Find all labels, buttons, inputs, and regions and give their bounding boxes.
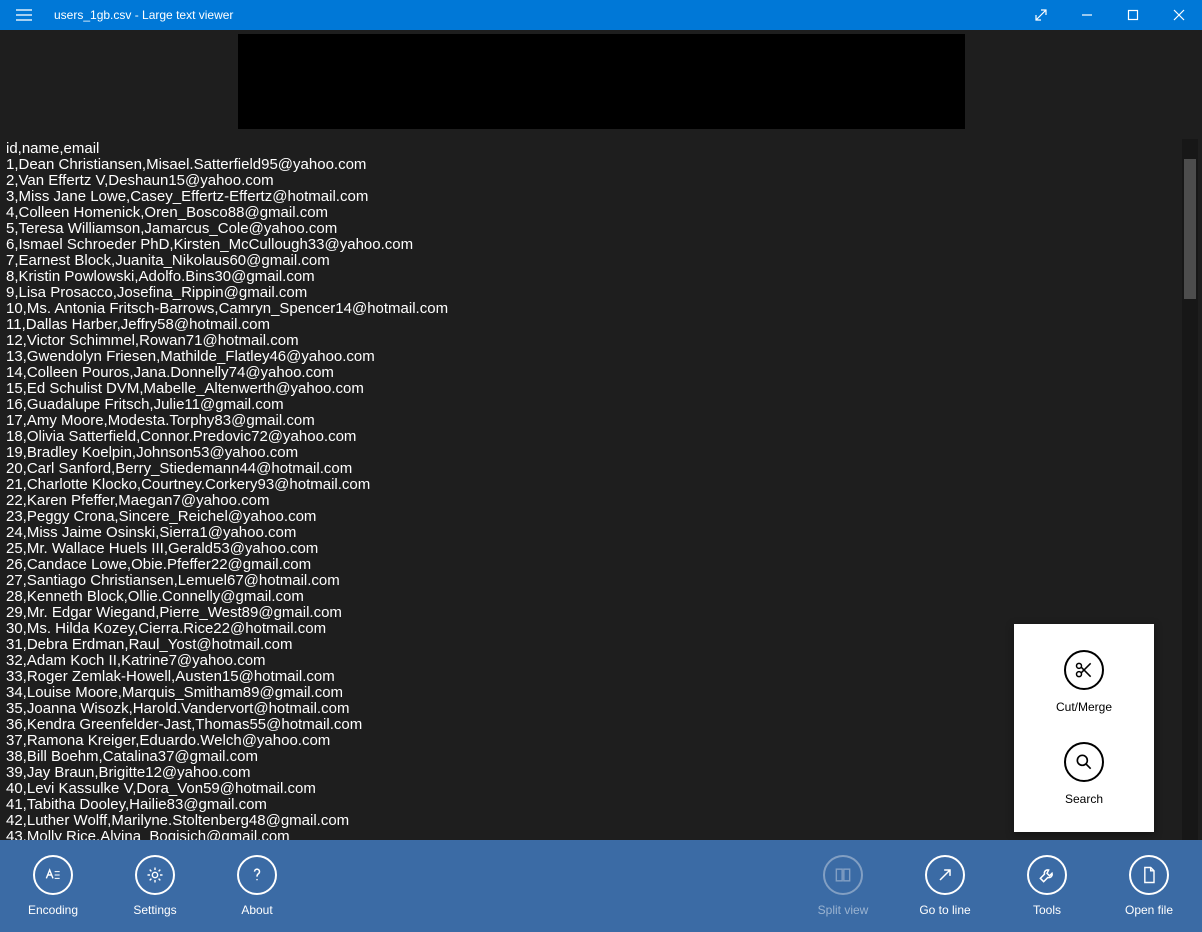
- text-line: 20,Carl Sanford,Berry_Stiedemann44@hotma…: [6, 461, 1180, 477]
- text-view[interactable]: id,name,email1,Dean Christiansen,Misael.…: [4, 139, 1182, 840]
- text-line: 18,Olivia Satterfield,Connor.Predovic72@…: [6, 429, 1180, 445]
- text-line: 4,Colleen Homenick,Oren_Bosco88@gmail.co…: [6, 205, 1180, 221]
- text-line: 7,Earnest Block,Juanita_Nikolaus60@gmail…: [6, 253, 1180, 269]
- split-view-button: Split view: [804, 855, 882, 917]
- text-line: 32,Adam Koch II,Katrine7@yahoo.com: [6, 653, 1180, 669]
- titlebar: users_1gb.csv - Large text viewer: [0, 0, 1202, 30]
- text-line: 33,Roger Zemlak-Howell,Austen15@hotmail.…: [6, 669, 1180, 685]
- text-line: 27,Santiago Christiansen,Lemuel67@hotmai…: [6, 573, 1180, 589]
- text-line: 10,Ms. Antonia Fritsch-Barrows,Camryn_Sp…: [6, 301, 1180, 317]
- restore-diagonal-button[interactable]: [1018, 0, 1064, 30]
- text-line: 34,Louise Moore,Marquis_Smitham89@gmail.…: [6, 685, 1180, 701]
- tools-button[interactable]: Tools: [1008, 855, 1086, 917]
- hamburger-icon: [16, 9, 32, 21]
- tools-popup: Cut/Merge Search: [1014, 624, 1154, 832]
- text-line: 3,Miss Jane Lowe,Casey_Effertz-Effertz@h…: [6, 189, 1180, 205]
- text-line: 36,Kendra Greenfelder-Jast,Thomas55@hotm…: [6, 717, 1180, 733]
- text-line: 43,Molly Rice,Alvina_Bogisich@gmail.com: [6, 829, 1180, 840]
- wrench-icon: [1027, 855, 1067, 895]
- encoding-button[interactable]: Encoding: [14, 855, 92, 917]
- text-line: 25,Mr. Wallace Huels III,Gerald53@yahoo.…: [6, 541, 1180, 557]
- ad-placeholder: [238, 34, 965, 129]
- maximize-button[interactable]: [1110, 0, 1156, 30]
- text-line: 17,Amy Moore,Modesta.Torphy83@gmail.com: [6, 413, 1180, 429]
- text-line: 13,Gwendolyn Friesen,Mathilde_Flatley46@…: [6, 349, 1180, 365]
- gear-icon: [135, 855, 175, 895]
- encoding-label: Encoding: [28, 903, 78, 917]
- encoding-icon: [33, 855, 73, 895]
- text-line: 35,Joanna Wisozk,Harold.Vandervort@hotma…: [6, 701, 1180, 717]
- text-line: 16,Guadalupe Fritsch,Julie11@gmail.com: [6, 397, 1180, 413]
- close-button[interactable]: [1156, 0, 1202, 30]
- text-line: 29,Mr. Edgar Wiegand,Pierre_West89@gmail…: [6, 605, 1180, 621]
- text-line: 8,Kristin Powlowski,Adolfo.Bins30@gmail.…: [6, 269, 1180, 285]
- hamburger-menu-button[interactable]: [0, 0, 48, 30]
- minimize-button[interactable]: [1064, 0, 1110, 30]
- text-line: 12,Victor Schimmel,Rowan71@hotmail.com: [6, 333, 1180, 349]
- appbar: Encoding Settings About: [0, 840, 1202, 932]
- minimize-icon: [1081, 9, 1093, 21]
- text-line: 11,Dallas Harber,Jeffry58@hotmail.com: [6, 317, 1180, 333]
- cut-merge-label: Cut/Merge: [1056, 700, 1112, 714]
- question-icon: [237, 855, 277, 895]
- open-file-button[interactable]: Open file: [1110, 855, 1188, 917]
- text-line: 30,Ms. Hilda Kozey,Cierra.Rice22@hotmail…: [6, 621, 1180, 637]
- settings-label: Settings: [133, 903, 176, 917]
- split-view-icon: [823, 855, 863, 895]
- text-line: 42,Luther Wolff,Marilyne.Stoltenberg48@g…: [6, 813, 1180, 829]
- tools-label: Tools: [1033, 903, 1061, 917]
- text-line: 37,Ramona Kreiger,Eduardo.Welch@yahoo.co…: [6, 733, 1180, 749]
- search-label: Search: [1065, 792, 1103, 806]
- text-line: 19,Bradley Koelpin,Johnson53@yahoo.com: [6, 445, 1180, 461]
- text-line: 5,Teresa Williamson,Jamarcus_Cole@yahoo.…: [6, 221, 1180, 237]
- split-view-label: Split view: [818, 903, 869, 917]
- text-line: 14,Colleen Pouros,Jana.Donnelly74@yahoo.…: [6, 365, 1180, 381]
- settings-button[interactable]: Settings: [116, 855, 194, 917]
- text-line: 21,Charlotte Klocko,Courtney.Corkery93@h…: [6, 477, 1180, 493]
- go-to-line-button[interactable]: Go to line: [906, 855, 984, 917]
- search-button[interactable]: Search: [1014, 728, 1154, 820]
- window-title: users_1gb.csv - Large text viewer: [48, 8, 233, 22]
- text-line: 31,Debra Erdman,Raul_Yost@hotmail.com: [6, 637, 1180, 653]
- text-line: 38,Bill Boehm,Catalina37@gmail.com: [6, 749, 1180, 765]
- text-line: 6,Ismael Schroeder PhD,Kirsten_McCulloug…: [6, 237, 1180, 253]
- maximize-icon: [1127, 9, 1139, 21]
- text-line: 39,Jay Braun,Brigitte12@yahoo.com: [6, 765, 1180, 781]
- text-line: 9,Lisa Prosacco,Josefina_Rippin@gmail.co…: [6, 285, 1180, 301]
- vertical-scrollbar[interactable]: [1182, 139, 1198, 840]
- scrollbar-thumb[interactable]: [1184, 159, 1196, 299]
- close-icon: [1173, 9, 1185, 21]
- arrow-icon: [925, 855, 965, 895]
- text-line: 41,Tabitha Dooley,Hailie83@gmail.com: [6, 797, 1180, 813]
- text-line: 24,Miss Jaime Osinski,Sierra1@yahoo.com: [6, 525, 1180, 541]
- text-line: 15,Ed Schulist DVM,Mabelle_Altenwerth@ya…: [6, 381, 1180, 397]
- ad-banner-area: [0, 30, 1202, 138]
- text-line: 40,Levi Kassulke V,Dora_Von59@hotmail.co…: [6, 781, 1180, 797]
- text-line: 23,Peggy Crona,Sincere_Reichel@yahoo.com: [6, 509, 1180, 525]
- about-label: About: [241, 903, 272, 917]
- text-line: 26,Candace Lowe,Obie.Pfeffer22@gmail.com: [6, 557, 1180, 573]
- search-icon: [1064, 742, 1104, 782]
- expand-icon: [1035, 9, 1047, 21]
- text-line: id,name,email: [6, 141, 1180, 157]
- open-file-label: Open file: [1125, 903, 1173, 917]
- text-line: 1,Dean Christiansen,Misael.Satterfield95…: [6, 157, 1180, 173]
- go-to-line-label: Go to line: [919, 903, 970, 917]
- file-icon: [1129, 855, 1169, 895]
- scissors-icon: [1064, 650, 1104, 690]
- text-line: 22,Karen Pfeffer,Maegan7@yahoo.com: [6, 493, 1180, 509]
- text-line: 28,Kenneth Block,Ollie.Connelly@gmail.co…: [6, 589, 1180, 605]
- text-line: 2,Van Effertz V,Deshaun15@yahoo.com: [6, 173, 1180, 189]
- cut-merge-button[interactable]: Cut/Merge: [1014, 636, 1154, 728]
- about-button[interactable]: About: [218, 855, 296, 917]
